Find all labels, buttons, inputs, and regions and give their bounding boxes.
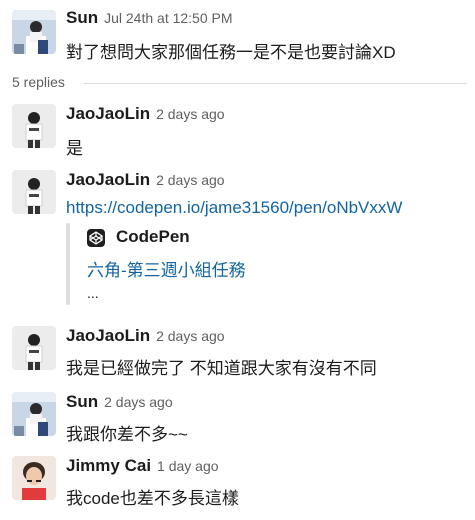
parent-message: Sun Jul 24th at 12:50 PM 對了想問大家那個任務一是不是也要… [0,8,475,62]
user-photo-sun-icon [12,10,56,54]
divider-line [84,83,467,84]
message-header: JaoJaoLin 2 days ago [66,104,225,124]
replies-count[interactable]: 5 replies [12,74,65,90]
message-header: JaoJaoLin 2 days ago [66,326,225,346]
link-preview: CodePen 六角-第三週小組任務 ... [66,223,446,305]
timestamp[interactable]: Jul 24th at 12:50 PM [104,10,232,26]
message-text: 是 [66,139,83,158]
reply-message: JaoJaoLin 2 days ago https://codepen.io/j… [0,170,475,220]
author-name[interactable]: Sun [66,8,98,27]
reply-message: JaoJaoLin 2 days ago 是 [0,104,475,158]
avatar[interactable] [12,326,56,370]
replies-divider: 5 replies [0,72,475,94]
message-text: 我code也差不多長這樣 [66,489,239,508]
codepen-icon [87,229,105,247]
author-name[interactable]: Sun [66,392,98,411]
message-header: Sun 2 days ago [66,392,173,412]
reply-message: Sun 2 days ago 我跟你差不多~~ [0,392,475,444]
message-text: 我是已經做完了 不知道跟大家有沒有不同 [66,359,377,378]
reply-message: Jimmy Cai 1 day ago 我code也差不多長這樣 [0,456,475,510]
preview-title[interactable]: 六角-第三週小組任務 [87,256,246,281]
timestamp[interactable]: 2 days ago [104,394,173,410]
preview-description: ... [87,285,99,301]
user-photo-jaojaolin-icon [12,104,56,148]
user-photo-jimmy-cai-icon [12,456,56,500]
avatar[interactable] [12,10,56,54]
timestamp[interactable]: 2 days ago [156,328,225,344]
message-text: https://codepen.io/jame31560/pen/oNbVxxW [66,198,402,218]
author-name[interactable]: JaoJaoLin [66,104,150,123]
user-photo-jaojaolin-icon [12,326,56,370]
timestamp[interactable]: 2 days ago [156,106,225,122]
user-photo-jaojaolin-icon [12,170,56,214]
preview-accent-bar [66,223,70,305]
avatar[interactable] [12,104,56,148]
author-name[interactable]: JaoJaoLin [66,326,150,345]
message-header: Sun Jul 24th at 12:50 PM [66,8,233,28]
avatar[interactable] [12,456,56,500]
user-photo-sun-icon [12,392,56,436]
message-text: 我跟你差不多~~ [66,425,188,444]
timestamp[interactable]: 1 day ago [157,458,219,474]
timestamp[interactable]: 2 days ago [156,172,225,188]
message-header: Jimmy Cai 1 day ago [66,456,219,476]
avatar[interactable] [12,392,56,436]
author-name[interactable]: Jimmy Cai [66,456,151,475]
author-name[interactable]: JaoJaoLin [66,170,150,189]
preview-site-name: CodePen [116,227,190,246]
reply-message: JaoJaoLin 2 days ago 我是已經做完了 不知道跟大家有沒有不同 [0,326,475,378]
message-text: 對了想問大家那個任務一是不是也要討論XD [66,43,396,62]
message-header: JaoJaoLin 2 days ago [66,170,225,190]
avatar[interactable] [12,170,56,214]
message-link[interactable]: https://codepen.io/jame31560/pen/oNbVxxW [66,198,402,217]
